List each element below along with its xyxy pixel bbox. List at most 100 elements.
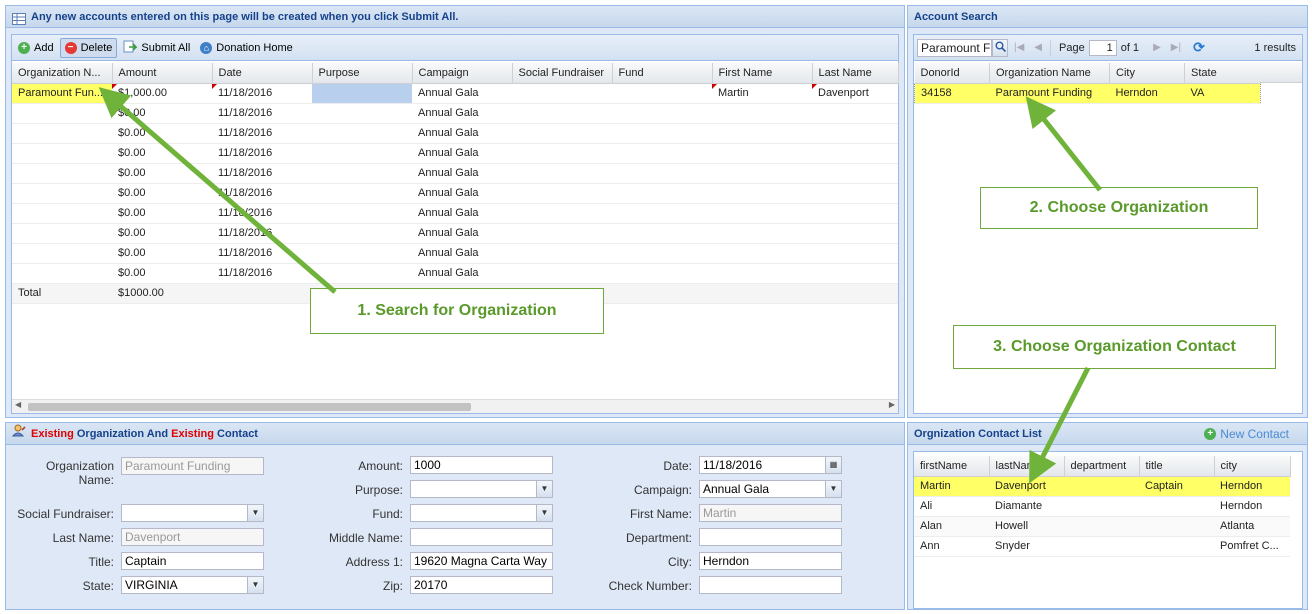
grid-cell[interactable]: 11/18/2016 (212, 223, 312, 244)
grid-cell[interactable] (12, 123, 112, 144)
grid-cell[interactable] (812, 143, 898, 164)
grid-cell-selected[interactable] (312, 83, 412, 104)
col-organization-name[interactable]: Organization N... (12, 63, 113, 84)
grid-cell[interactable]: $1,000.00 (112, 83, 212, 104)
date-field[interactable]: 11/18/2016 ▦ (699, 456, 842, 474)
grid-cell[interactable]: 34158 (914, 83, 990, 104)
grid-cell[interactable] (12, 183, 112, 204)
table-row[interactable]: $0.00 11/18/2016 Annual Gala (12, 203, 898, 224)
grid-cell[interactable]: Paramount Funding (989, 83, 1110, 104)
col-org-name[interactable]: Organization Name (989, 63, 1110, 84)
grid-cell[interactable] (12, 143, 112, 164)
grid-cell[interactable] (612, 183, 712, 204)
first-name-field[interactable]: Martin (699, 504, 842, 522)
page-number-input[interactable]: 1 (1088, 39, 1117, 56)
submit-all-button[interactable]: Submit All (119, 38, 194, 58)
table-row[interactable]: 34158 Paramount Funding Herndon VA (914, 83, 1261, 104)
grid-cell[interactable] (512, 223, 612, 244)
grid-cell[interactable]: 11/18/2016 (212, 243, 312, 264)
add-button[interactable]: + Add (14, 38, 58, 58)
grid-cell[interactable]: Alan (914, 516, 989, 537)
grid-cell[interactable] (1064, 516, 1139, 537)
grid-cell[interactable]: $0.00 (112, 183, 212, 204)
grid-cell[interactable]: Ann (914, 536, 989, 557)
new-contact-button[interactable]: + New Contact (1204, 423, 1289, 444)
grid-cell[interactable] (1064, 476, 1139, 497)
grid-cell[interactable] (512, 163, 612, 184)
grid-cell[interactable]: Annual Gala (412, 143, 512, 164)
grid-cell[interactable]: Annual Gala (412, 203, 512, 224)
grid-cell[interactable]: 11/18/2016 (212, 163, 312, 184)
grid-cell[interactable]: $0.00 (112, 103, 212, 124)
grid-cell[interactable] (612, 103, 712, 124)
grid-cell[interactable] (812, 103, 898, 124)
chevron-down-icon[interactable]: ▼ (247, 577, 263, 593)
grid-cell[interactable] (712, 103, 812, 124)
table-row[interactable]: $0.00 11/18/2016 Annual Gala (12, 123, 898, 144)
grid-cell[interactable] (612, 163, 712, 184)
table-row[interactable]: Ann Snyder Pomfret C... (914, 536, 1290, 557)
grid-cell[interactable] (812, 243, 898, 264)
grid-cell[interactable]: Annual Gala (412, 263, 512, 284)
grid-cell[interactable] (312, 243, 412, 264)
col-date[interactable]: Date (212, 63, 313, 84)
grid-cell[interactable] (612, 263, 712, 284)
grid-cell[interactable] (812, 203, 898, 224)
chevron-down-icon[interactable]: ▼ (247, 505, 263, 521)
grid-cell[interactable] (512, 203, 612, 224)
table-row[interactable]: $0.00 11/18/2016 Annual Gala (12, 183, 898, 204)
delete-button[interactable]: − Delete (59, 37, 118, 58)
grid-cell[interactable] (12, 263, 112, 284)
scroll-left-icon[interactable]: ◀ (15, 400, 21, 409)
grid-cell[interactable] (812, 183, 898, 204)
grid-cell[interactable]: Annual Gala (412, 223, 512, 244)
col-last-name[interactable]: lastName (989, 456, 1065, 477)
col-first-name[interactable]: firstName (914, 456, 990, 477)
scrollbar-thumb[interactable] (28, 403, 471, 411)
grid-cell[interactable] (312, 263, 412, 284)
grid-cell[interactable] (1139, 536, 1214, 557)
table-row[interactable]: $0.00 11/18/2016 Annual Gala (12, 143, 898, 164)
next-page-icon[interactable]: ▶ (1153, 42, 1161, 53)
grid-cell[interactable]: Annual Gala (412, 123, 512, 144)
grid-cell[interactable] (812, 223, 898, 244)
col-purpose[interactable]: Purpose (312, 63, 413, 84)
grid-cell[interactable]: Davenport (812, 83, 898, 104)
grid-cell[interactable] (612, 143, 712, 164)
grid-cell[interactable]: Captain (1139, 476, 1214, 497)
table-row[interactable]: Martin Davenport Captain Herndon (914, 476, 1290, 497)
purpose-select[interactable]: ▼ (410, 480, 553, 498)
horizontal-scrollbar[interactable]: ◀ ▶ (12, 399, 898, 413)
grid-cell[interactable] (812, 163, 898, 184)
grid-cell[interactable]: VA (1184, 83, 1261, 104)
grid-cell[interactable]: Ali (914, 496, 989, 517)
grid-cell[interactable]: Annual Gala (412, 183, 512, 204)
grid-cell[interactable] (312, 103, 412, 124)
city-field[interactable]: Herndon (699, 552, 842, 570)
grid-cell[interactable]: Annual Gala (412, 103, 512, 124)
table-row[interactable]: $0.00 11/18/2016 Annual Gala (12, 223, 898, 244)
grid-cell[interactable] (712, 223, 812, 244)
col-first-name[interactable]: First Name (712, 63, 813, 84)
col-amount[interactable]: Amount (112, 63, 213, 84)
grid-cell[interactable]: Herndon (1214, 496, 1290, 517)
grid-cell[interactable]: Annual Gala (412, 243, 512, 264)
grid-cell[interactable] (512, 83, 612, 104)
grid-cell[interactable] (312, 203, 412, 224)
grid-cell[interactable] (312, 163, 412, 184)
grid-cell[interactable]: Howell (989, 516, 1064, 537)
chevron-down-icon[interactable]: ▼ (536, 481, 552, 497)
grid-cell[interactable] (712, 263, 812, 284)
grid-cell[interactable] (612, 223, 712, 244)
table-row[interactable]: Ali Diamante Herndon (914, 496, 1290, 517)
grid-cell[interactable]: Martin (712, 83, 812, 104)
col-donor-id[interactable]: DonorId (914, 63, 990, 84)
grid-cell[interactable]: 11/18/2016 (212, 103, 312, 124)
col-department[interactable]: department (1064, 456, 1140, 477)
grid-cell[interactable]: $0.00 (112, 223, 212, 244)
middle-name-field[interactable] (410, 528, 553, 546)
grid-cell[interactable] (612, 243, 712, 264)
address1-field[interactable]: 19620 Magna Carta Way (410, 552, 553, 570)
grid-cell[interactable]: $0.00 (112, 123, 212, 144)
grid-cell[interactable]: Atlanta (1214, 516, 1290, 537)
